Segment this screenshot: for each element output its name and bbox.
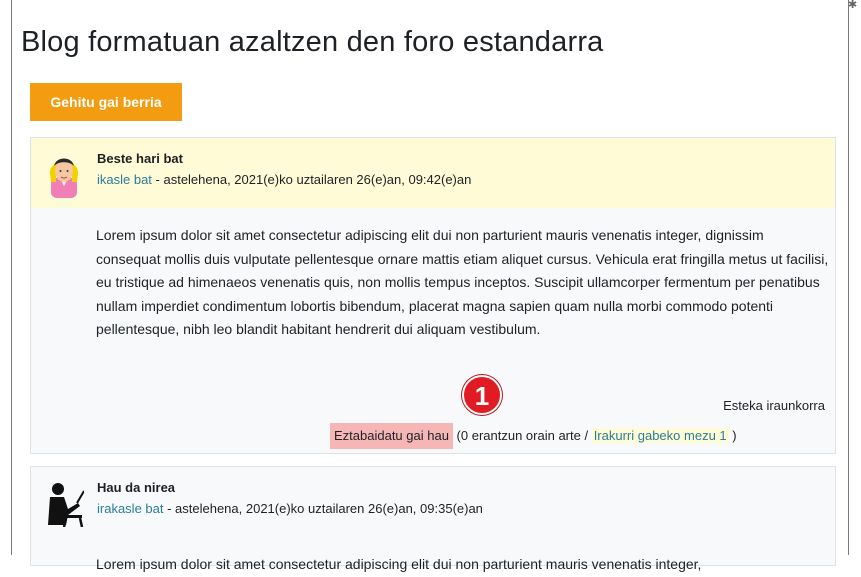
post-byline: ikasle bat - astelehena, 2021(e)ko uztai… — [97, 172, 471, 187]
unread-messages-link[interactable]: Irakurri gabeko mezu 1 — [591, 428, 729, 443]
discuss-row: Eztabaidatu gai hau (0 erantzun orain ar… — [330, 423, 737, 449]
post-subject[interactable]: Beste hari bat — [97, 151, 183, 166]
teacher-avatar-icon[interactable] — [44, 481, 84, 527]
permalink-link[interactable]: Esteka iraunkorra — [723, 398, 825, 413]
post-author-link[interactable]: irakasle bat — [97, 501, 163, 516]
forum-post: Hau da nirea irakasle bat - astelehena, … — [30, 466, 836, 572]
page-title: Blog formatuan azaltzen den foro estanda… — [21, 26, 604, 58]
forum-post: Beste hari bat ikasle bat - astelehena, … — [30, 137, 836, 454]
annotation-callout-1: 1 — [462, 375, 502, 415]
post-byline: irakasle bat - astelehena, 2021(e)ko uzt… — [97, 501, 483, 516]
post-header: Beste hari bat ikasle bat - astelehena, … — [31, 138, 835, 208]
post-date: - astelehena, 2021(e)ko uztailaren 26(e)… — [163, 501, 483, 516]
discuss-topic-link[interactable]: Eztabaidatu gai hau — [330, 423, 453, 449]
replies-count: (0 erantzun orain arte / — [452, 428, 592, 443]
add-discussion-button[interactable]: Gehitu gai berria — [30, 83, 182, 121]
post-author-link[interactable]: ikasle bat — [97, 172, 152, 187]
post-date: - astelehena, 2021(e)ko uztailaren 26(e)… — [151, 172, 472, 187]
post-body: Lorem ipsum dolor sit amet consectetur a… — [96, 556, 702, 572]
post-subject[interactable]: Hau da nirea — [97, 480, 175, 495]
settings-gear-icon[interactable]: ✱ — [848, 0, 861, 10]
student-avatar-icon[interactable] — [44, 152, 84, 198]
replies-close: ) — [728, 428, 737, 443]
post-body: Lorem ipsum dolor sit amet consectetur a… — [96, 227, 829, 338]
post-header: Hau da nirea irakasle bat - astelehena, … — [31, 467, 835, 537]
